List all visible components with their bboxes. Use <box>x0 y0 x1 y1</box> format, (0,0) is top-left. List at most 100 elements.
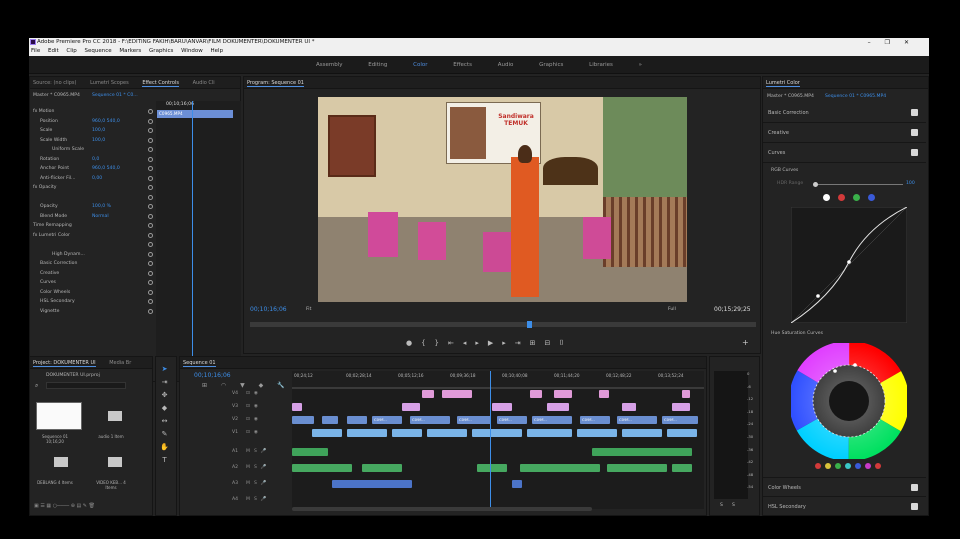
lumetri-sequence[interactable]: Sequence 01 * C0965.MP4 <box>825 94 886 99</box>
selection-tool-icon[interactable]: ➤ <box>160 365 169 374</box>
project-search-input[interactable] <box>46 382 126 389</box>
timeline-clip[interactable] <box>554 390 572 398</box>
ec-master-label[interactable]: Master * C0965.MP4 <box>33 93 80 98</box>
track-label[interactable]: A3 <box>232 481 238 486</box>
hdr-range-slider[interactable] <box>813 182 903 187</box>
ec-row[interactable]: Scale Width 100,0 <box>30 136 156 145</box>
workspace-graphics[interactable]: Graphics <box>539 62 563 68</box>
reset-icon[interactable] <box>148 204 153 209</box>
timeline-clip[interactable]: C09F... <box>410 416 450 424</box>
workspace-assembly[interactable]: Assembly <box>316 62 343 68</box>
ec-row-value[interactable]: 0,0 <box>92 155 99 164</box>
track-label[interactable]: A1 <box>232 449 238 454</box>
ec-row-value[interactable]: Normal <box>92 212 109 221</box>
timeline-clip[interactable] <box>332 480 412 488</box>
program-title[interactable]: Program: Sequence 01 <box>247 80 304 87</box>
timeline-clip[interactable] <box>672 464 692 472</box>
reset-icon[interactable] <box>148 175 153 181</box>
ec-row[interactable]: Curves <box>30 278 156 287</box>
track-label[interactable]: V2 <box>232 417 238 422</box>
ec-row[interactable]: Position 960,0 540,0 <box>30 117 156 126</box>
curves-checkbox[interactable] <box>911 149 918 156</box>
lumetri-master[interactable]: Master * C0965.MP4 <box>767 94 814 99</box>
timeline-clip[interactable] <box>322 416 338 424</box>
timeline-clip[interactable] <box>672 403 690 411</box>
ec-row-value[interactable]: 100,0 <box>92 126 105 135</box>
reset-icon[interactable] <box>148 232 153 238</box>
timeline-title[interactable]: Sequence 01 <box>183 360 216 367</box>
timeline-clip[interactable] <box>592 448 692 456</box>
track-controls[interactable]: MS🎤 <box>246 497 271 502</box>
hue-color-dot[interactable] <box>845 463 851 469</box>
workspace-libraries[interactable]: Libraries <box>589 62 613 68</box>
track-label[interactable]: V4 <box>232 391 238 396</box>
ec-row[interactable]: Rotation 0,0 <box>30 155 156 164</box>
tab-media-browser[interactable]: Media Br <box>109 360 131 366</box>
hue-sat-curves-label[interactable]: Hue Saturation Curves <box>771 331 823 336</box>
timeline-clip[interactable] <box>347 429 387 437</box>
folder-icon[interactable] <box>54 457 68 467</box>
reset-icon[interactable] <box>148 137 153 143</box>
timeline-clip[interactable] <box>422 390 434 398</box>
program-video-frame[interactable]: Sandiwara TEMUK <box>318 97 687 302</box>
ec-row[interactable]: Scale 100,0 <box>30 126 156 135</box>
timeline-clip[interactable] <box>667 429 697 437</box>
timeline-toolbar[interactable]: ⊞ ◠ ▼ ◆ 🔧 <box>202 382 291 389</box>
hand-tool-icon[interactable]: ✋ <box>160 443 169 452</box>
timeline-clip[interactable] <box>530 390 542 398</box>
reset-icon[interactable] <box>148 194 153 200</box>
timeline-clip[interactable] <box>292 416 314 424</box>
workspace-audio[interactable]: Audio <box>498 62 514 68</box>
track-controls[interactable]: ⊡◉ <box>246 417 262 422</box>
project-item-deblang[interactable]: DEBLANG 4 Items <box>36 480 74 485</box>
sequence-thumbnail[interactable] <box>36 402 82 430</box>
tab-effect-controls[interactable]: Effect Controls <box>142 80 179 87</box>
program-scrubber[interactable] <box>250 321 756 328</box>
hue-color-dot[interactable] <box>865 463 871 469</box>
timeline-clip[interactable] <box>292 464 352 472</box>
reset-icon[interactable] <box>148 147 153 152</box>
track-select-tool-icon[interactable]: ⇥ <box>160 378 169 387</box>
tab-project[interactable]: Project: DOKUMENTER UI <box>33 360 96 367</box>
hue-saturation-wheel[interactable] <box>791 343 907 459</box>
menu-file[interactable]: File <box>31 48 40 54</box>
reset-icon[interactable] <box>148 118 153 124</box>
timeline-scrollbar[interactable] <box>292 507 592 511</box>
ec-row[interactable]: Creative <box>30 269 156 278</box>
ec-row[interactable]: Color Wheels <box>30 288 156 297</box>
track-controls[interactable]: ⊡◉ <box>246 391 262 396</box>
timeline-clip[interactable] <box>527 429 572 437</box>
reset-icon[interactable] <box>148 251 153 257</box>
track-controls[interactable]: MS🎤 <box>246 449 271 454</box>
basic-correction-checkbox[interactable] <box>911 109 918 116</box>
timeline-clip[interactable]: C09F... <box>617 416 657 424</box>
reset-icon[interactable] <box>148 185 153 190</box>
timeline-clip[interactable] <box>312 429 342 437</box>
track-label[interactable]: A2 <box>232 465 238 470</box>
lumetri-color-wheels[interactable]: Color Wheels <box>763 477 926 497</box>
track-label[interactable]: V3 <box>232 404 238 409</box>
tab-lumetri-scopes[interactable]: Lumetri Scopes <box>90 80 129 86</box>
timeline-clip[interactable] <box>472 429 522 437</box>
timeline-tracks[interactable]: C09F... C09F... C09F... C09F... C09F... C09F.… <box>292 389 704 509</box>
ec-row-value[interactable]: 0,00 <box>92 174 102 183</box>
timeline-clip[interactable] <box>442 390 472 398</box>
lumetri-basic-correction[interactable]: Basic Correction <box>763 103 926 123</box>
ec-row[interactable]: Uniform Scale <box>30 145 156 154</box>
timeline-clip[interactable] <box>622 429 662 437</box>
tab-audio-clip[interactable]: Audio Cli <box>193 80 215 86</box>
curve-channel-dot[interactable] <box>868 194 875 201</box>
timeline-clip[interactable] <box>520 464 600 472</box>
ec-row[interactable]: Blend Mode Normal <box>30 212 156 221</box>
timeline-clip[interactable] <box>682 390 690 398</box>
track-controls[interactable]: MS🎤 <box>246 481 271 486</box>
ec-row[interactable] <box>30 240 156 249</box>
menu-clip[interactable]: Clip <box>66 48 76 54</box>
rgb-curves-label[interactable]: RGB Curves <box>771 168 798 173</box>
ripple-edit-tool-icon[interactable]: ✥ <box>160 391 169 400</box>
hue-color-dot[interactable] <box>825 463 831 469</box>
folder-icon[interactable] <box>108 457 122 467</box>
ec-row-value[interactable]: 960,0 540,0 <box>92 117 120 126</box>
program-timecode[interactable]: 00;10;16;06 <box>250 306 287 313</box>
menu-edit[interactable]: Edit <box>48 48 59 54</box>
